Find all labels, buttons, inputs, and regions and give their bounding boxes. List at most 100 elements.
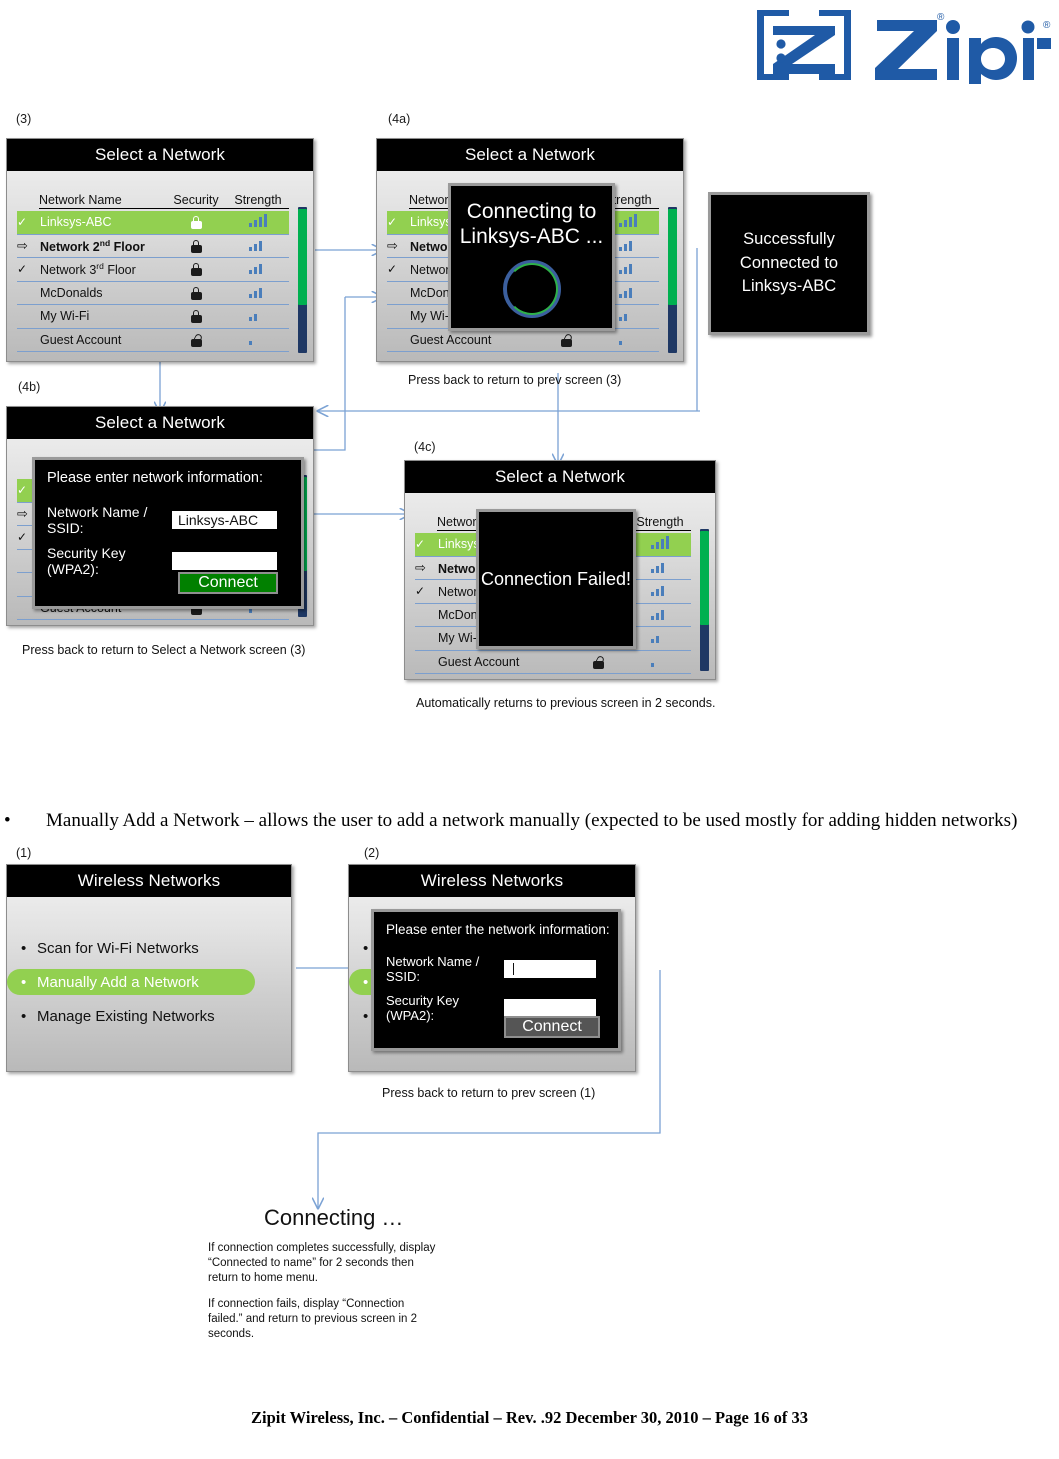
screen-title: Select a Network [7, 407, 313, 439]
menu-item[interactable]: • Manually Add a Network [7, 969, 255, 995]
screen-manual-add-network-2[interactable]: Wireless Networks •Scan for Wi-Fi Networ… [348, 864, 636, 1072]
connection-failed-dialog: Connection Failed! [476, 509, 636, 649]
step-label-4c: (4c) [414, 440, 436, 454]
network-row[interactable]: Guest Account [387, 329, 659, 352]
signal-strength-icon [650, 630, 669, 644]
network-table-header: Network Name Security Strength [17, 193, 289, 211]
connecting-line-1: Connecting to [466, 200, 597, 223]
ssid-input[interactable]: Linksys-ABC [172, 511, 277, 529]
signal-strength-icon [248, 214, 268, 228]
menu-item[interactable]: • Manage Existing Networks [7, 1003, 291, 1029]
wireless-menu-list: • Scan for Wi-Fi Networks • Manually Add a … [7, 897, 291, 1029]
network-row[interactable]: ✓ Linksys-ABC [17, 211, 289, 235]
registered-mark-2: ® [1043, 20, 1051, 31]
scrollbar-thumb[interactable] [298, 209, 307, 306]
unlocked-padlock-icon [560, 332, 573, 347]
col-header-name: Network Name [39, 193, 165, 209]
connect-button[interactable]: Connect [504, 1016, 600, 1038]
bullet-marker: • [4, 810, 11, 831]
network-security-cell [165, 215, 227, 230]
step-label-3: (3) [16, 112, 32, 126]
connected-check-icon: ✓ [17, 483, 28, 498]
col-header-strength: Strength [227, 193, 289, 209]
signal-strength-icon [618, 332, 637, 345]
selection-arrow-icon: ⇨ [17, 505, 28, 521]
screen-connection-failed-4c[interactable]: Select a Network Network Name Security S… [404, 460, 716, 680]
menu-item-label: Manually Add a Network [37, 973, 199, 991]
signal-strength-icon [618, 214, 638, 228]
security-key-input[interactable] [504, 999, 596, 1017]
menu-item-label: Scan for Wi-Fi Networks [37, 939, 199, 957]
connected-check-icon: ✓ [387, 215, 398, 230]
selection-arrow-icon: ⇨ [415, 559, 426, 575]
scrollbar[interactable] [700, 529, 709, 671]
screen-title: Select a Network [405, 461, 715, 493]
signal-strength-icon [248, 261, 267, 275]
locked-padlock-icon [190, 310, 202, 324]
unlocked-padlock-icon [190, 332, 203, 347]
connected-check-icon: ✓ [17, 215, 28, 230]
network-row[interactable]: Guest Account [415, 651, 691, 674]
network-row[interactable]: ✓ Network 3rd Floor [17, 258, 289, 282]
menu-item[interactable]: • Scan for Wi-Fi Networks [7, 935, 291, 961]
network-strength-cell [597, 332, 659, 348]
connected-check-icon: ✓ [17, 262, 28, 277]
signal-strength-icon [618, 308, 637, 322]
network-table: Network Name Security Strength ✓ Linksys-… [17, 193, 289, 352]
zipit-logo: ® ® [751, 6, 1051, 84]
scrollbar-thumb[interactable] [668, 209, 677, 306]
network-row[interactable]: ⇨ Network 2nd Floor [17, 235, 289, 258]
signal-strength-icon [650, 560, 669, 573]
screen-wireless-networks-1[interactable]: Wireless Networks • Scan for Wi-Fi Networ… [6, 864, 292, 1072]
network-rows-host: ✓ Linksys-ABC ⇨ Network 2nd Floor ✓ Network 3… [17, 211, 289, 352]
signal-strength-icon [248, 308, 267, 322]
screen-select-network-3[interactable]: Select a Network Network Name Security S… [6, 138, 314, 362]
network-name: Guest Account [438, 654, 520, 669]
network-row[interactable]: Guest Account [17, 329, 289, 352]
network-info-dialog-4b[interactable]: Please enter network information: Networ… [32, 457, 304, 609]
col-header-security: Security [165, 193, 227, 209]
network-name: Linksys-ABC [40, 215, 112, 230]
screen-title: Select a Network [7, 139, 313, 171]
connected-check-icon: ✓ [17, 530, 28, 545]
network-info-dialog-2[interactable]: Please enter the network information: Ne… [371, 909, 621, 1051]
success-line-3: Linksys-ABC [741, 277, 837, 296]
signal-strength-icon [618, 285, 637, 298]
screen-connecting-4a[interactable]: Select a Network Network Name Security S… [376, 138, 684, 362]
network-security-cell [165, 309, 227, 324]
network-name: Network 3rd Floor [40, 261, 136, 278]
caption-4a: Press back to return to prev screen (3) [408, 373, 622, 387]
unlocked-padlock-icon [592, 654, 605, 669]
bullet-icon: • [21, 939, 27, 957]
scrollbar[interactable] [298, 207, 307, 353]
connection-failed-text: Connection Failed! [480, 568, 632, 589]
scrollbar-thumb[interactable] [700, 531, 709, 625]
step-label-4b: (4b) [18, 380, 41, 394]
ssid-input[interactable] [504, 960, 596, 978]
locked-padlock-icon [190, 216, 202, 230]
network-row[interactable]: McDonalds [17, 282, 289, 305]
network-name: Guest Account [410, 332, 492, 347]
network-security-cell [165, 332, 227, 347]
signal-strength-icon [650, 654, 669, 667]
security-key-input[interactable] [172, 552, 277, 570]
caption-4c: Automatically returns to previous screen… [416, 696, 716, 710]
screen-enter-network-info-4b[interactable]: Select a Network Network Name Security S… [6, 406, 314, 626]
network-security-cell [535, 332, 597, 347]
locked-padlock-icon [190, 263, 202, 277]
loading-spinner-icon [502, 259, 561, 318]
network-strength-cell [227, 261, 289, 277]
network-strength-cell [227, 214, 289, 230]
signal-strength-icon [650, 536, 670, 550]
network-security-cell [165, 262, 227, 277]
network-row[interactable]: My Wi-Fi [17, 305, 289, 329]
locked-padlock-icon [190, 286, 202, 300]
network-strength-cell [227, 332, 289, 348]
scrollbar[interactable] [668, 207, 677, 353]
connecting-note-failure: If connection fails, display “Connection… [208, 1298, 418, 1341]
selection-arrow-icon: ⇨ [17, 237, 28, 253]
connect-button[interactable]: Connect [178, 572, 278, 594]
step-label-4a: (4a) [388, 112, 411, 126]
success-line-2: Connected to [739, 253, 839, 272]
network-name: Guest Account [40, 332, 122, 347]
